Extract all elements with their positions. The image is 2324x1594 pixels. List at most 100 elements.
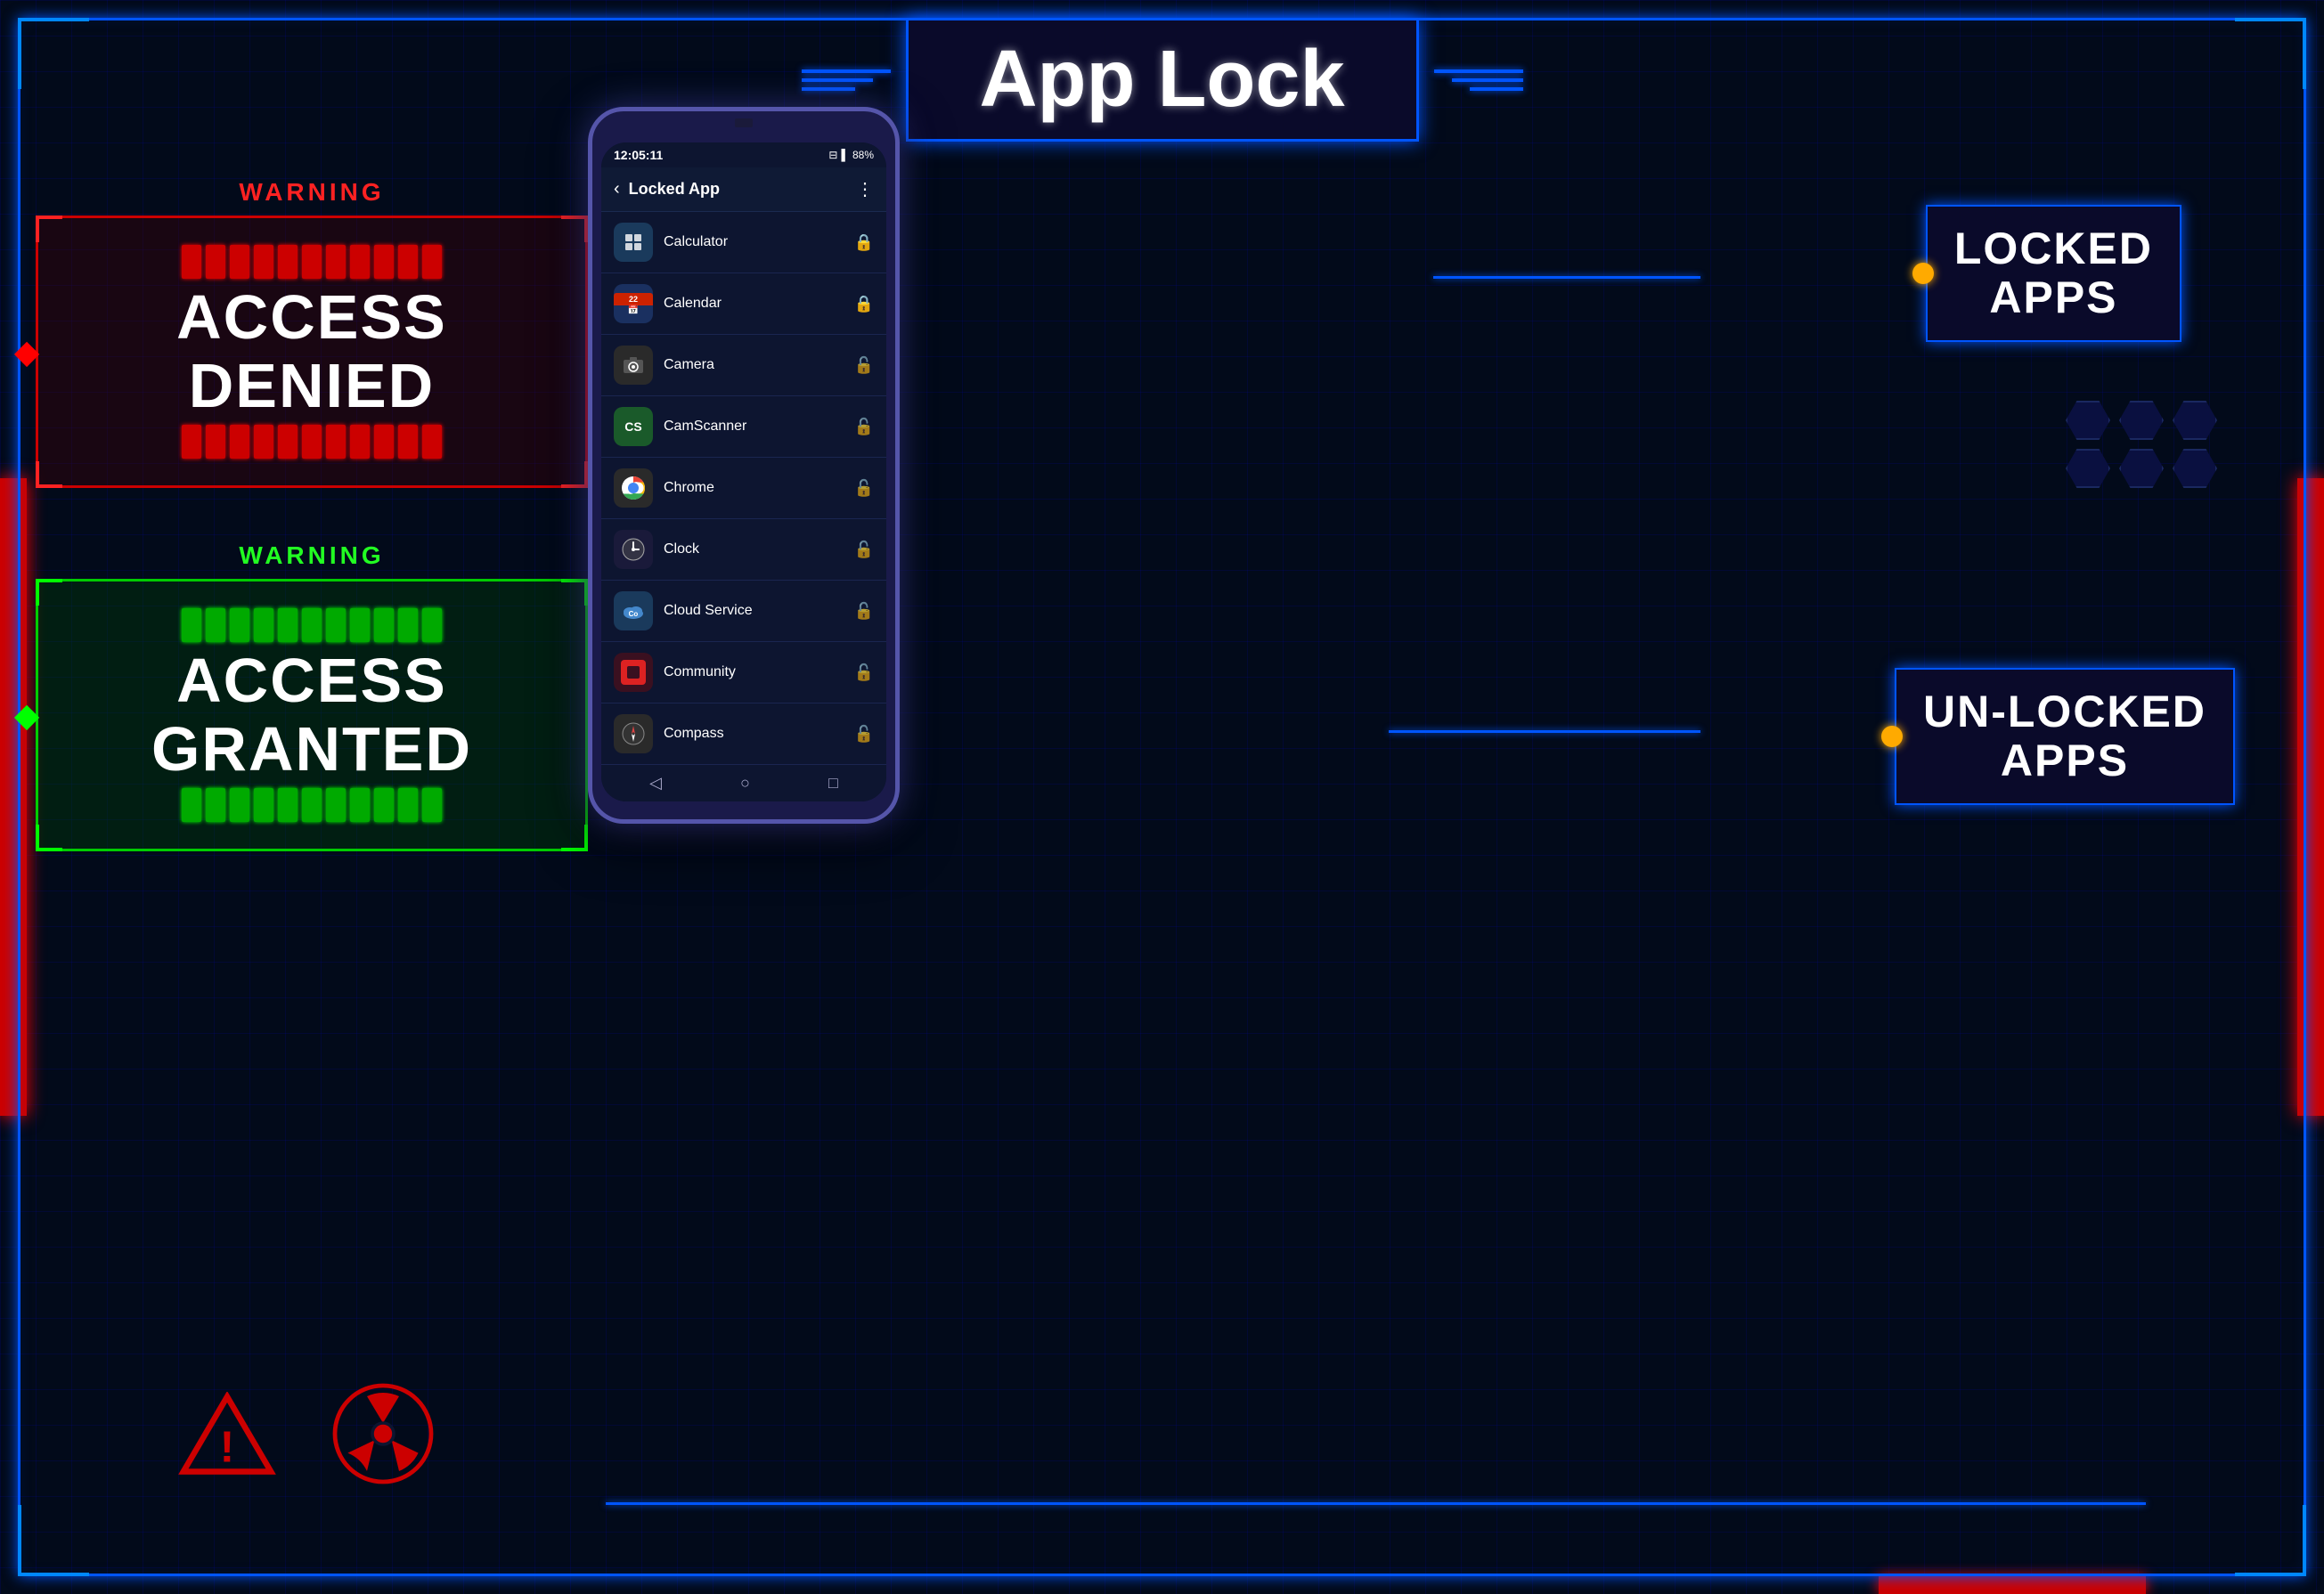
wifi-icon: ⊟ bbox=[828, 149, 837, 161]
red-accent-bottom bbox=[1879, 1576, 2146, 1594]
locked-apps-label: LOCKEDAPPS bbox=[1954, 224, 2153, 322]
bracket-denied-tr bbox=[561, 216, 588, 242]
compass-icon-wrap bbox=[614, 714, 653, 753]
bottom-icons: ! bbox=[178, 1380, 436, 1487]
bracket-denied-tl bbox=[36, 216, 62, 242]
nav-back[interactable]: ◁ bbox=[649, 774, 662, 793]
unlocked-apps-label-box: UN-LOCKEDAPPS bbox=[1895, 668, 2235, 805]
hex-5 bbox=[2119, 449, 2164, 488]
lock-icon-calculator: 🔒 bbox=[854, 233, 874, 252]
app-header: ‹ Locked App ⋮ bbox=[601, 167, 886, 212]
list-item[interactable]: Co Cloud Service 🔓 bbox=[601, 581, 886, 642]
app-name-clock: Clock bbox=[664, 541, 844, 557]
list-item[interactable]: Calculator 🔒 bbox=[601, 212, 886, 273]
signal-icon: ▌ bbox=[841, 149, 849, 161]
bracket-denied-bl bbox=[36, 461, 62, 488]
lock-icon-camera: 🔓 bbox=[854, 356, 874, 375]
lock-icon-calendar: 🔒 bbox=[854, 295, 874, 313]
app-name-camscanner: CamScanner bbox=[664, 419, 844, 435]
corner-bl bbox=[18, 1505, 89, 1576]
menu-button[interactable]: ⋮ bbox=[856, 178, 874, 200]
back-button[interactable]: ‹ bbox=[614, 179, 620, 199]
lock-icon-clock: 🔓 bbox=[854, 541, 874, 559]
hex-3 bbox=[2173, 401, 2217, 440]
bracket-granted-br bbox=[561, 825, 588, 851]
list-item[interactable]: Community 🔓 bbox=[601, 642, 886, 703]
red-accent-left bbox=[0, 478, 27, 1116]
connector-dot-locked bbox=[1912, 263, 1934, 284]
connector-dot-unlocked bbox=[1881, 726, 1903, 747]
stripes-top-denied bbox=[182, 245, 442, 279]
warning-denied-label: WARNING bbox=[36, 178, 588, 207]
nav-home[interactable]: ○ bbox=[740, 774, 750, 793]
bracket-granted-tr bbox=[561, 579, 588, 606]
calculator-icon bbox=[614, 223, 653, 262]
lock-icon-compass: 🔓 bbox=[854, 725, 874, 744]
access-denied-box: ACCESSDENIED bbox=[36, 216, 588, 488]
status-time: 12:05:11 bbox=[614, 148, 663, 162]
access-denied-content: ACCESSDENIED bbox=[74, 245, 550, 459]
unlocked-apps-label: UN-LOCKEDAPPS bbox=[1923, 687, 2206, 785]
lock-icon-chrome: 🔓 bbox=[854, 479, 874, 498]
hex-2 bbox=[2119, 401, 2164, 440]
header-title: Locked App bbox=[629, 180, 847, 199]
corner-tr bbox=[2235, 18, 2306, 89]
svg-text:Co: Co bbox=[629, 610, 639, 618]
clock-icon-wrap bbox=[614, 530, 653, 569]
lock-icon-cloud: 🔓 bbox=[854, 602, 874, 621]
access-denied-text: ACCESSDENIED bbox=[176, 283, 447, 420]
app-name-calculator: Calculator bbox=[664, 234, 844, 250]
app-name-community: Community bbox=[664, 664, 844, 680]
status-bar: 12:05:11 ⊟ ▌ 88% bbox=[601, 142, 886, 167]
svg-text:!: ! bbox=[220, 1423, 234, 1471]
access-granted-text: ACCESSGRANTED bbox=[151, 647, 472, 784]
stripes-bottom-denied bbox=[182, 425, 442, 459]
app-name-cloud: Cloud Service bbox=[664, 603, 844, 619]
app-name-calendar: Calendar bbox=[664, 296, 844, 312]
app-name-chrome: Chrome bbox=[664, 480, 844, 496]
app-title: App Lock bbox=[979, 34, 1344, 126]
calendar-icon: 22 📅 bbox=[614, 284, 653, 323]
list-item[interactable]: Compass 🔓 bbox=[601, 703, 886, 764]
list-item[interactable]: CS CamScanner 🔓 bbox=[601, 396, 886, 458]
warning-granted-label: WARNING bbox=[36, 541, 588, 570]
battery-text: 88% bbox=[852, 149, 874, 161]
phone-container: 12:05:11 ⊟ ▌ 88% ‹ Locked App ⋮ bbox=[588, 107, 900, 824]
locked-apps-container: LOCKEDAPPS bbox=[1926, 205, 2181, 342]
list-item[interactable]: Clock 🔓 bbox=[601, 519, 886, 581]
camera-icon-wrap bbox=[614, 346, 653, 385]
camscanner-icon: CS bbox=[614, 407, 653, 446]
list-item[interactable]: 22 📅 Calendar 🔒 bbox=[601, 273, 886, 335]
connector-line-locked bbox=[1433, 276, 1700, 279]
bracket-denied-br bbox=[561, 461, 588, 488]
list-item[interactable]: Chrome 🔓 bbox=[601, 458, 886, 519]
access-granted-section: WARNING ACCESSGRANTED bbox=[36, 541, 588, 851]
nav-recent[interactable]: □ bbox=[828, 774, 838, 793]
bottom-neon-line bbox=[606, 1502, 2146, 1505]
corner-tl bbox=[18, 18, 89, 89]
chrome-icon-wrap bbox=[614, 468, 653, 508]
phone-screen: 12:05:11 ⊟ ▌ 88% ‹ Locked App ⋮ bbox=[601, 142, 886, 801]
red-accent-right bbox=[2297, 478, 2324, 1116]
corner-br bbox=[2235, 1505, 2306, 1576]
status-icons: ⊟ ▌ 88% bbox=[828, 149, 874, 161]
nav-bar: ◁ ○ □ bbox=[601, 764, 886, 801]
phone-notch bbox=[722, 129, 766, 140]
access-granted-content: ACCESSGRANTED bbox=[74, 608, 550, 822]
connector-line-unlocked bbox=[1389, 730, 1700, 733]
list-item[interactable]: Camera 🔓 bbox=[601, 335, 886, 396]
hex-6 bbox=[2173, 449, 2217, 488]
app-list: Calculator 🔒 22 📅 Calendar 🔒 bbox=[601, 212, 886, 764]
app-name-compass: Compass bbox=[664, 726, 844, 742]
hex-1 bbox=[2066, 401, 2110, 440]
lock-icon-community: 🔓 bbox=[854, 663, 874, 682]
app-title-container: App Lock bbox=[905, 18, 1418, 142]
access-granted-box: ACCESSGRANTED bbox=[36, 579, 588, 851]
bracket-granted-tl bbox=[36, 579, 62, 606]
radiation-icon bbox=[330, 1380, 436, 1487]
cloud-icon-wrap: Co bbox=[614, 591, 653, 630]
access-denied-section: WARNING ACCESSDENIED bbox=[36, 178, 588, 488]
lock-icon-camscanner: 🔓 bbox=[854, 418, 874, 436]
unlocked-apps-container: UN-LOCKEDAPPS bbox=[1895, 668, 2235, 805]
community-icon-wrap bbox=[614, 653, 653, 692]
